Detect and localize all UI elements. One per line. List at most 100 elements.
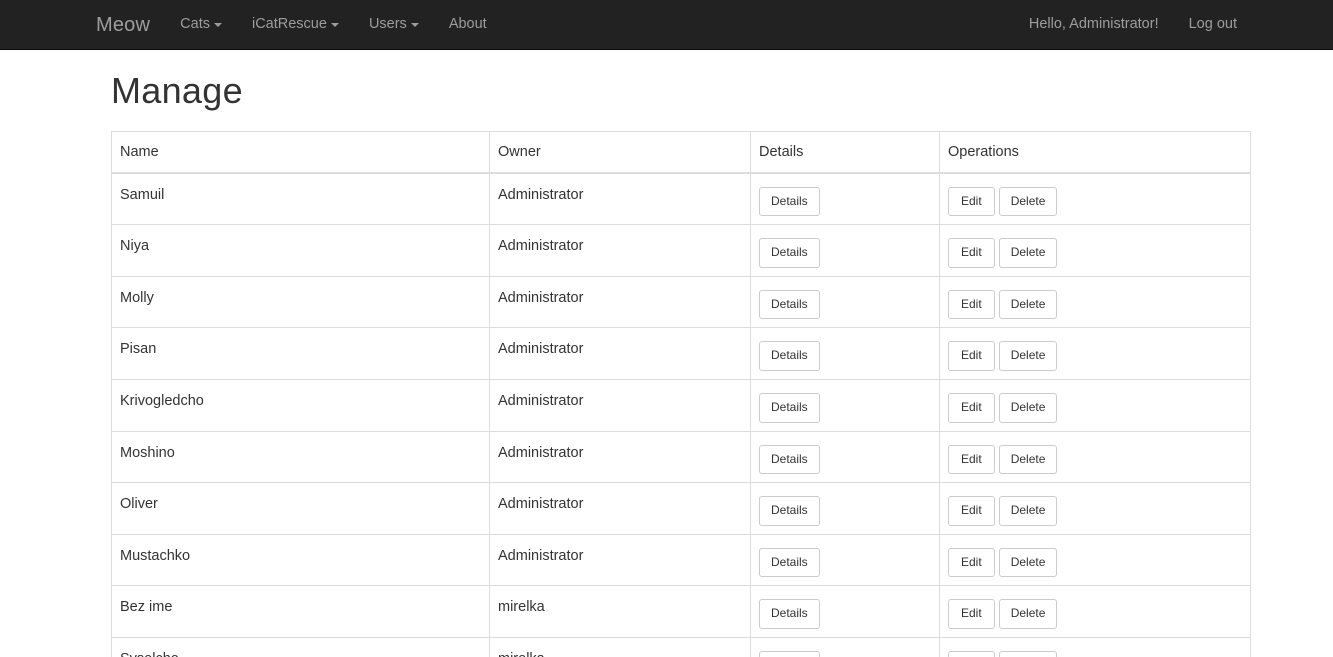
table-row: Niya Administrator Details Edit Delete [111, 224, 1251, 277]
chevron-down-icon [330, 22, 339, 27]
table-row: Mustachko Administrator Details Edit Delete [111, 533, 1251, 587]
details-button[interactable]: Details [759, 392, 820, 423]
details-button[interactable]: Details [759, 444, 820, 475]
cell-name: Samuil [111, 172, 490, 226]
column-header-operations: Operations [939, 130, 1251, 174]
cell-name: Molly [111, 275, 490, 329]
cell-operations: EditDelete [939, 636, 1251, 657]
cell-details: Details [750, 430, 940, 484]
cell-operations: EditDelete [939, 224, 1251, 277]
cell-owner: Administrator [489, 327, 751, 380]
cell-owner: Administrator [489, 482, 751, 535]
cell-details: Details [750, 275, 940, 329]
table-row: Pisan Administrator Details Edit Delete [111, 327, 1251, 380]
table-row: Syselchomirelka Details EditDelete [111, 636, 1251, 657]
cell-operations: EditDelete [939, 430, 1251, 484]
nav-item-label: Cats [180, 16, 210, 33]
page-title: Manage [111, 70, 243, 111]
details-button[interactable]: Details [759, 496, 820, 526]
cell-name: Mustachko [111, 533, 490, 587]
edit-button[interactable]: Edit [948, 547, 995, 578]
delete-button[interactable]: Delete [998, 496, 1058, 526]
nav-item-label: Users [368, 16, 407, 33]
edit-button[interactable]: Edit [948, 289, 995, 320]
cell-name: Moshino [111, 430, 490, 484]
delete-button[interactable]: Delete [998, 599, 1058, 629]
cell-name: Pisan [111, 327, 490, 380]
cell-operations: EditDelete [939, 533, 1251, 587]
nav-item-users[interactable]: Users [354, 0, 434, 49]
delete-button[interactable]: Delete [998, 289, 1058, 320]
delete-button[interactable]: Delete [998, 341, 1058, 371]
top-navbar: Meow Cats iCatRescue Users About Hello, … [0, 0, 1333, 50]
cell-details: Details [750, 224, 940, 277]
edit-button[interactable]: Edit [948, 238, 995, 268]
cell-operations: EditDelete [939, 378, 1251, 432]
cell-owner: Administrator [489, 533, 751, 587]
details-button[interactable]: Details [759, 186, 820, 217]
table-row: Bez ime mirelka Details Edit Delete [111, 585, 1251, 638]
brand-logo[interactable]: Meow [96, 0, 165, 49]
column-header-details: Details [750, 130, 940, 174]
nav-item-logout[interactable]: Log out [1174, 0, 1252, 49]
navbar-right-group: Hello, Administrator! Log out [1014, 0, 1252, 49]
delete-button[interactable]: Delete [998, 547, 1058, 578]
cell-owner: Administrator [489, 172, 751, 226]
delete-button[interactable]: Delete [998, 186, 1058, 217]
edit-button[interactable]: Edit [948, 650, 995, 657]
details-button[interactable]: Details [759, 547, 820, 578]
delete-button[interactable]: Delete [998, 650, 1058, 657]
cell-operations: EditDelete [939, 327, 1251, 380]
details-button[interactable]: Details [759, 238, 820, 268]
nav-item-icatrescue[interactable]: iCatRescue [237, 0, 354, 49]
details-button[interactable]: Details [759, 650, 820, 657]
cell-details: Details [750, 172, 940, 226]
cell-owner: mirelka [489, 636, 751, 657]
cell-operations: EditDelete [939, 585, 1251, 638]
nav-item-cats[interactable]: Cats [165, 0, 237, 49]
edit-button[interactable]: Edit [948, 444, 995, 475]
details-button[interactable]: Details [759, 599, 820, 629]
table-row: Samuil Administrator Details Edit Delete [111, 172, 1251, 226]
nav-item-greeting[interactable]: Hello, Administrator! [1014, 0, 1174, 49]
cell-owner: Administrator [489, 378, 751, 432]
cell-operations: EditDelete [939, 172, 1251, 226]
page-container: Manage Name Owner Details Operations Sam… [96, 70, 1251, 657]
cell-name: Bez ime [111, 585, 490, 638]
delete-button[interactable]: Delete [998, 238, 1058, 268]
cell-name: Oliver [111, 482, 490, 535]
cats-table: Name Owner Details Operations Samuil Admi… [111, 130, 1251, 657]
delete-button[interactable]: Delete [998, 444, 1058, 475]
cell-name: Syselcho [111, 636, 490, 657]
table-row: Molly Administrator Details Edit Delete [111, 275, 1251, 329]
cell-operations: EditDelete [939, 275, 1251, 329]
edit-button[interactable]: Edit [948, 496, 995, 526]
cell-details: Details [750, 585, 940, 638]
table-row: Oliver Administrator Details Edit Delete [111, 482, 1251, 535]
cell-details: Details [750, 327, 940, 380]
edit-button[interactable]: Edit [948, 392, 995, 423]
chevron-down-icon [410, 22, 419, 27]
nav-item-about[interactable]: About [434, 0, 502, 49]
column-header-owner: Owner [489, 130, 751, 174]
cell-details: Details [750, 533, 940, 587]
cell-operations: EditDelete [939, 482, 1251, 535]
cell-details: Details [750, 636, 940, 657]
cell-owner: Administrator [489, 430, 751, 484]
details-button[interactable]: Details [759, 289, 820, 320]
edit-button[interactable]: Edit [948, 341, 995, 371]
table-row: Krivogledcho Administrator Details Edit Dele… [111, 378, 1251, 432]
nav-item-label: iCatRescue [251, 16, 327, 33]
delete-button[interactable]: Delete [998, 392, 1058, 423]
chevron-down-icon [213, 22, 222, 27]
cell-details: Details [750, 482, 940, 535]
edit-button[interactable]: Edit [948, 186, 995, 217]
column-header-name: Name [111, 130, 490, 174]
table-row: Moshino Administrator Details Edit Delete [111, 430, 1251, 484]
table-header-row: Name Owner Details Operations [111, 130, 1251, 174]
cell-owner: Administrator [489, 224, 751, 277]
edit-button[interactable]: Edit [948, 599, 995, 629]
nav-item-label: About [448, 16, 487, 33]
cell-name: Niya [111, 224, 490, 277]
details-button[interactable]: Details [759, 341, 820, 371]
